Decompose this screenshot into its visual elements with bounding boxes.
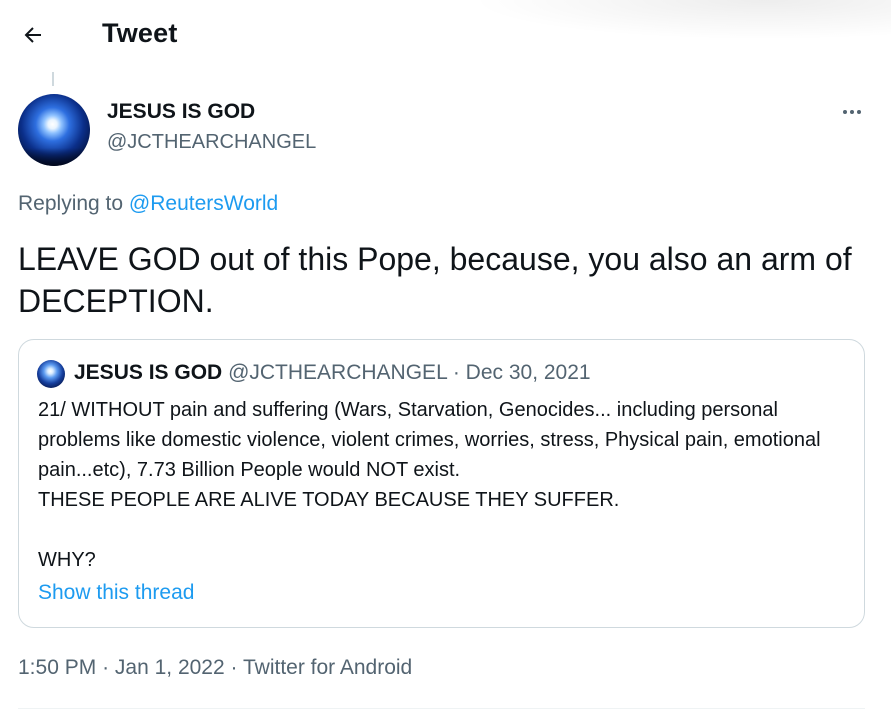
replying-to-link[interactable]: @ReutersWorld <box>129 192 278 215</box>
more-options-button[interactable] <box>836 100 868 124</box>
divider <box>18 708 865 709</box>
timestamp-separator: · <box>230 656 238 679</box>
quoted-separator: · <box>452 361 460 384</box>
tweet-timestamp-row: 1:50 PM · Jan 1, 2022 · Twitter for Andr… <box>18 656 412 680</box>
thread-connector-line <box>52 72 54 86</box>
quoted-handle: @JCTHEARCHANGEL <box>228 361 447 384</box>
author-display-name[interactable]: JESUS IS GOD <box>107 100 255 124</box>
tweet-source[interactable]: Twitter for Android <box>243 656 412 679</box>
avatar-silhouette <box>18 148 90 166</box>
arrow-left-icon <box>24 27 41 43</box>
more-dot-icon <box>843 110 847 114</box>
top-bar: Tweet <box>0 0 891 70</box>
timestamp-separator: · <box>102 656 110 679</box>
quoted-tweet-body: 21/ WITHOUT pain and suffering (Wars, St… <box>38 399 821 571</box>
tweet-time[interactable]: 1:50 PM <box>18 656 96 679</box>
quoted-tweet-header: JESUS IS GOD @JCTHEARCHANGEL · Dec 30, 2… <box>74 361 591 385</box>
quoted-date[interactable]: Dec 30, 2021 <box>466 361 591 384</box>
more-dot-icon <box>850 110 854 114</box>
replying-prefix: Replying to <box>18 192 124 215</box>
tweet-text: LEAVE GOD out of this Pope, because, you… <box>18 241 852 319</box>
back-button[interactable] <box>14 17 52 53</box>
quoted-tweet-card[interactable]: JESUS IS GOD @JCTHEARCHANGEL · Dec 30, 2… <box>18 339 865 628</box>
quoted-avatar <box>37 360 65 388</box>
avatar[interactable] <box>18 94 90 166</box>
replying-to-line: Replying to @ReutersWorld <box>18 192 278 216</box>
page-title: Tweet <box>102 18 178 48</box>
more-dot-icon <box>857 110 861 114</box>
show-thread-link[interactable]: Show this thread <box>38 581 194 605</box>
header-shadow <box>470 0 891 40</box>
author-handle[interactable]: @JCTHEARCHANGEL <box>107 131 316 154</box>
quoted-display-name: JESUS IS GOD <box>74 361 223 384</box>
tweet-date[interactable]: Jan 1, 2022 <box>115 656 225 679</box>
